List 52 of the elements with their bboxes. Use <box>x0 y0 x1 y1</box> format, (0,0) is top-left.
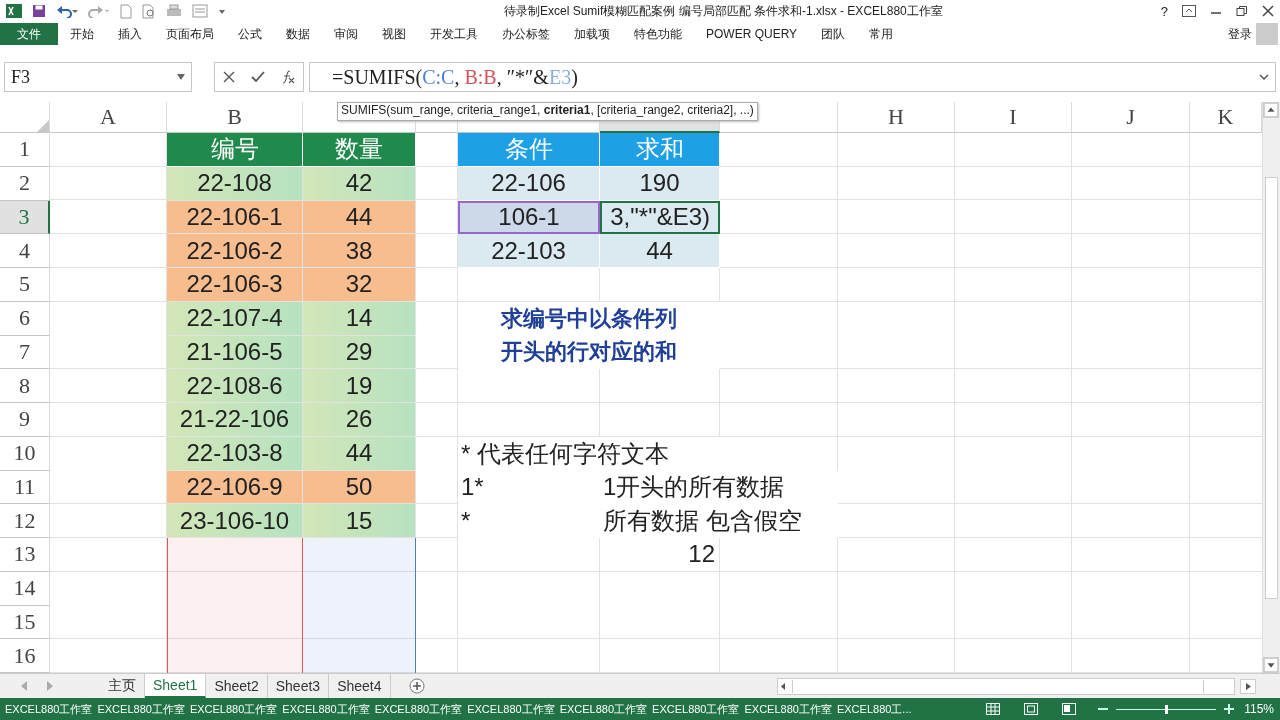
table-cell: 44 <box>303 200 416 235</box>
table-cell: 42 <box>303 166 416 201</box>
table-cell: 23-106-10 <box>167 504 303 538</box>
table-cell: 22-107-4 <box>167 301 303 336</box>
function-tooltip: SUMIFS(sum_range, criteria_range1, criteria1, [criteria_range2, criteria2], ...) <box>337 102 758 121</box>
status-text: EXCEL880工作室 <box>467 701 555 717</box>
status-text: EXCEL880工作室 <box>189 701 278 717</box>
window-title: 待录制Excel Sumif模糊匹配案例 编号局部匹配 条件求和-1.xlsx - EXCEL880工作室 <box>503 2 944 20</box>
note-text: 所有数据 包含假空 <box>600 504 838 538</box>
table-cell: 21-106-5 <box>167 335 303 370</box>
table-cell: 15 <box>303 504 416 538</box>
note-text: * 代表任何字符文本 <box>458 436 720 471</box>
table-cell: 22-108 <box>167 166 303 201</box>
status-text: EXCEL880工... <box>836 701 912 717</box>
table-cell: 22-103-8 <box>167 436 303 471</box>
status-text: EXCEL880工作室 <box>5 701 93 717</box>
table-cell: 22-106-2 <box>167 234 303 268</box>
status-text: EXCEL880工作室 <box>97 701 185 717</box>
status-text: EXCEL880工作室 <box>374 701 463 717</box>
column-heading: 条件 <box>458 133 600 167</box>
table-cell: 38 <box>303 234 416 268</box>
table-cell: 22-106-3 <box>167 268 303 302</box>
table-cell: 29 <box>303 335 416 370</box>
column-heading: 求和 <box>600 133 720 167</box>
note-text: * <box>458 504 600 538</box>
table-cell: 3,"*"&E3) <box>600 200 720 235</box>
status-text: EXCEL880工作室 <box>744 701 832 717</box>
table-cell: 14 <box>303 301 416 336</box>
column-heading: 数量 <box>303 133 416 167</box>
table-cell: 19 <box>303 369 416 403</box>
table-cell: 22-106-1 <box>167 200 303 235</box>
table-cell: 22-106-9 <box>167 470 303 505</box>
note-text: 1* <box>458 470 600 505</box>
table-cell: 190 <box>600 166 720 201</box>
table-cell: 22-108-6 <box>167 369 303 403</box>
table-cell: 44 <box>303 436 416 471</box>
table-cell: 32 <box>303 268 416 302</box>
status-text: EXCEL880工作室 <box>282 701 370 717</box>
zoom-level-text: 115% <box>1244 702 1274 716</box>
table-cell: 26 <box>303 403 416 437</box>
table-cell: 50 <box>303 470 416 505</box>
formula-text: =SUMIFS(C:C, B:B, ″*″&E3) <box>332 65 578 89</box>
table-cell: 106-1 <box>458 200 600 235</box>
column-heading: 编号 <box>167 133 303 167</box>
table-cell: 22-106 <box>458 166 600 201</box>
note-text: 1开头的所有数据 <box>600 470 838 505</box>
note-text: 开头的行对应的和 <box>458 335 720 370</box>
status-text: EXCEL880工作室 <box>559 701 648 717</box>
table-cell: 22-103 <box>458 234 600 268</box>
table-cell: 44 <box>600 234 720 268</box>
status-text: EXCEL880工作室 <box>652 701 740 717</box>
table-cell: 21-22-106 <box>167 403 303 437</box>
